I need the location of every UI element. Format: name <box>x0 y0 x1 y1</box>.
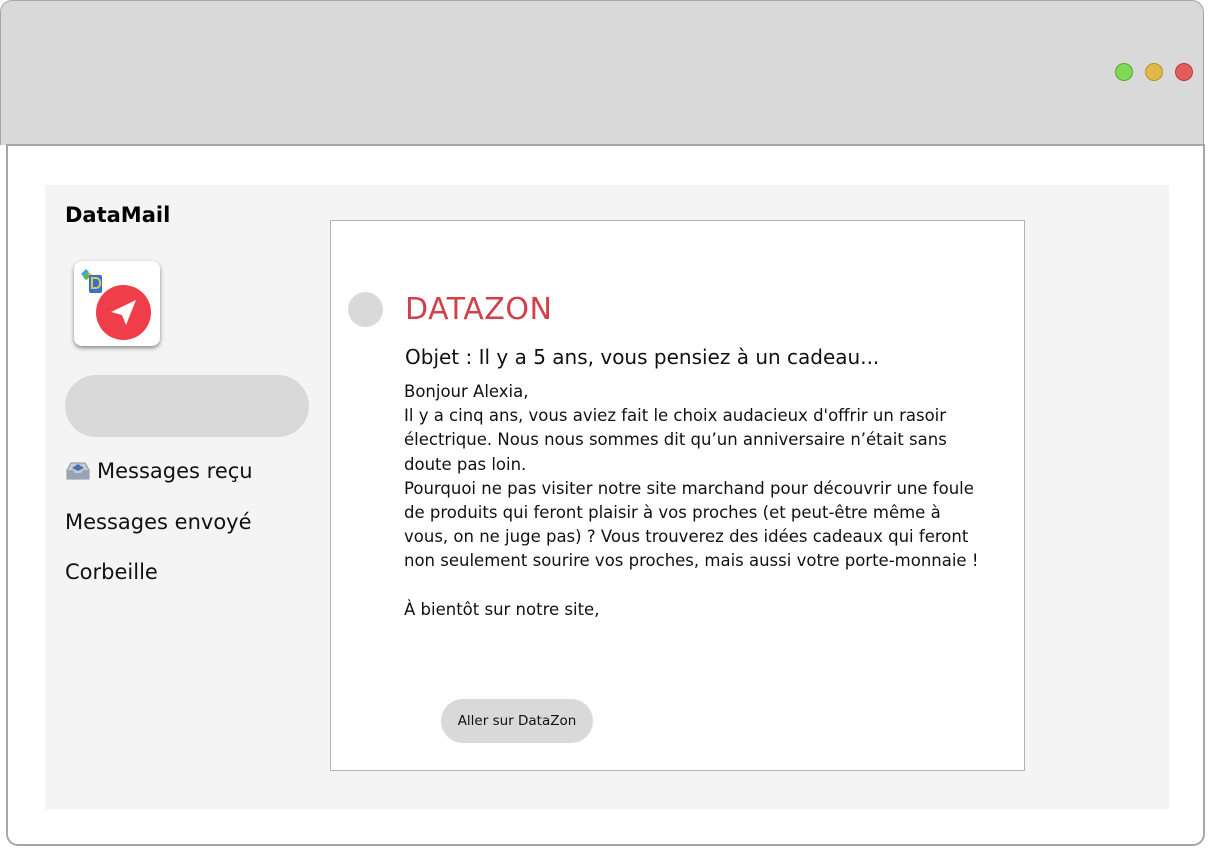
window-minimize-button[interactable] <box>1145 63 1163 81</box>
app-logo <box>74 261 160 346</box>
app-name: DataMail <box>65 203 171 227</box>
search-bar[interactable] <box>65 375 309 437</box>
sidebar-item-sent[interactable]: Messages envoyé <box>65 506 252 538</box>
email-subject: Objet : Il y a 5 ans, vous pensiez à un … <box>405 345 880 369</box>
sender-name: DATAZON <box>405 292 553 327</box>
sidebar-item-label: Corbeille <box>65 560 158 584</box>
window-titlebar <box>0 0 1204 145</box>
visit-datazon-button[interactable]: Aller sur DataZon <box>441 699 593 743</box>
email-greeting: Bonjour Alexia, <box>404 382 529 401</box>
email-paragraph: Pourquoi ne pas visiter notre site march… <box>404 478 979 571</box>
window-maximize-button[interactable] <box>1115 63 1133 81</box>
email-body: Bonjour Alexia, Il y a cinq ans, vous av… <box>404 380 984 622</box>
email-closing: À bientôt sur notre site, <box>404 599 600 619</box>
sidebar-item-label: Messages envoyé <box>65 510 252 534</box>
email-paragraph: Il y a cinq ans, vous aviez fait le choi… <box>404 406 947 474</box>
sender-avatar <box>348 292 383 327</box>
sidebar-item-inbox[interactable]: Messages reçu <box>65 455 253 487</box>
sidebar-item-trash[interactable]: Corbeille <box>65 556 158 588</box>
send-logo-circle <box>96 285 151 340</box>
inbox-tray-icon <box>66 462 90 480</box>
paper-plane-icon <box>111 300 136 325</box>
sidebar-item-label: Messages reçu <box>97 459 253 483</box>
window-close-button[interactable] <box>1175 63 1193 81</box>
